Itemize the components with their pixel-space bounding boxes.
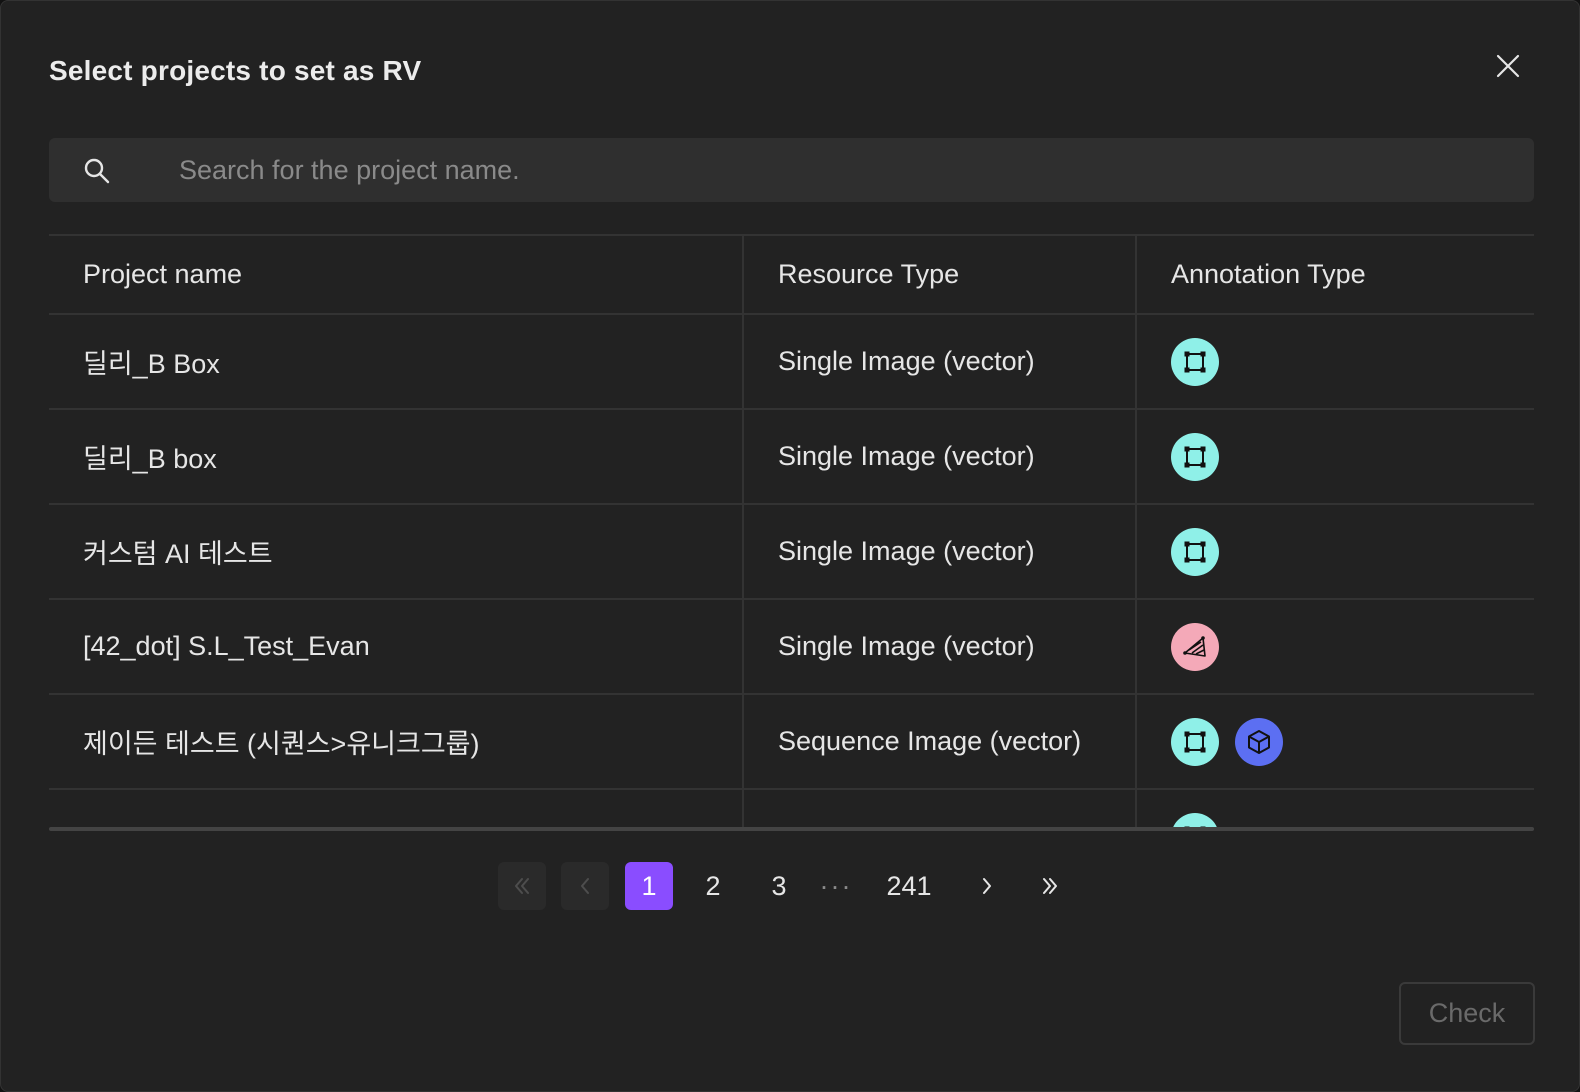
search-box [49, 138, 1534, 202]
polyline-icon [1171, 622, 1219, 671]
resource-type-cell: Single Image (vector) [742, 504, 1136, 600]
check-button[interactable]: Check [1399, 982, 1535, 1045]
select-projects-dialog: Select projects to set as RV Project nam… [0, 0, 1580, 1092]
table-row[interactable] [49, 789, 1534, 829]
column-header-project-name[interactable]: Project name [49, 236, 743, 315]
project-name-cell: [42_dot] S.L_Test_Evan [49, 599, 743, 695]
pagination: 1 2 3 ··· 241 [1, 862, 1580, 910]
project-name-cell: 딜리_B box [49, 409, 743, 505]
table-scroll-divider [49, 827, 1534, 831]
page-button-1[interactable]: 1 [625, 862, 673, 910]
first-page-button[interactable] [498, 862, 546, 910]
project-name-cell [49, 789, 743, 829]
annotation-type-cell [1135, 599, 1534, 695]
page-button-2[interactable]: 2 [689, 862, 737, 910]
column-header-resource-type[interactable]: Resource Type [742, 236, 1136, 315]
double-chevron-right-icon [1043, 878, 1057, 894]
annotation-type-cell [1135, 314, 1534, 410]
resource-type-cell: Sequence Image (vector) [742, 694, 1136, 790]
project-name-cell: 제이든 테스트 (시퀀스>유니크그룹) [49, 694, 743, 790]
table-header-row: Project name Resource Type Annotation Ty… [49, 236, 1534, 315]
resource-type-cell: Single Image (vector) [742, 409, 1136, 505]
bounding-box-icon [1171, 717, 1219, 766]
resource-type-cell [742, 789, 1136, 829]
table-row[interactable]: [42_dot] S.L_Test_Evan Single Image (vect… [49, 599, 1534, 695]
page-button-last-number[interactable]: 241 [873, 862, 945, 910]
double-chevron-left-icon [515, 878, 529, 894]
cuboid-icon [1235, 717, 1283, 766]
annotation-type-cell [1135, 694, 1534, 790]
search-icon [83, 157, 111, 185]
annotation-type-cell [1135, 409, 1534, 505]
project-name-cell: 커스텀 AI 테스트 [49, 504, 743, 600]
prev-page-button[interactable] [561, 862, 609, 910]
bounding-box-icon [1171, 527, 1219, 576]
table-row[interactable]: 커스텀 AI 테스트 Single Image (vector) [49, 504, 1534, 600]
bounding-box-icon [1171, 432, 1219, 481]
last-page-button[interactable] [1026, 862, 1074, 910]
chevron-right-icon [983, 878, 991, 894]
pagination-ellipsis: ··· [819, 870, 853, 901]
annotation-type-cell [1135, 789, 1534, 829]
search-input[interactable] [179, 150, 1479, 190]
close-icon[interactable] [1493, 51, 1523, 81]
projects-table: Project name Resource Type Annotation Ty… [49, 234, 1534, 829]
resource-type-cell: Single Image (vector) [742, 314, 1136, 410]
next-page-button[interactable] [963, 862, 1011, 910]
page-button-3[interactable]: 3 [755, 862, 803, 910]
table-row[interactable]: 딜리_B Box Single Image (vector) [49, 314, 1534, 410]
column-header-annotation-type[interactable]: Annotation Type [1135, 236, 1534, 315]
bounding-box-icon [1171, 337, 1219, 386]
resource-type-cell: Single Image (vector) [742, 599, 1136, 695]
project-name-cell: 딜리_B Box [49, 314, 743, 410]
table-row[interactable]: 제이든 테스트 (시퀀스>유니크그룹) Sequence Image (vecto… [49, 694, 1534, 790]
annotation-type-cell [1135, 504, 1534, 600]
chevron-left-icon [581, 878, 589, 894]
table-row[interactable]: 딜리_B box Single Image (vector) [49, 409, 1534, 505]
dialog-title: Select projects to set as RV [49, 55, 422, 86]
